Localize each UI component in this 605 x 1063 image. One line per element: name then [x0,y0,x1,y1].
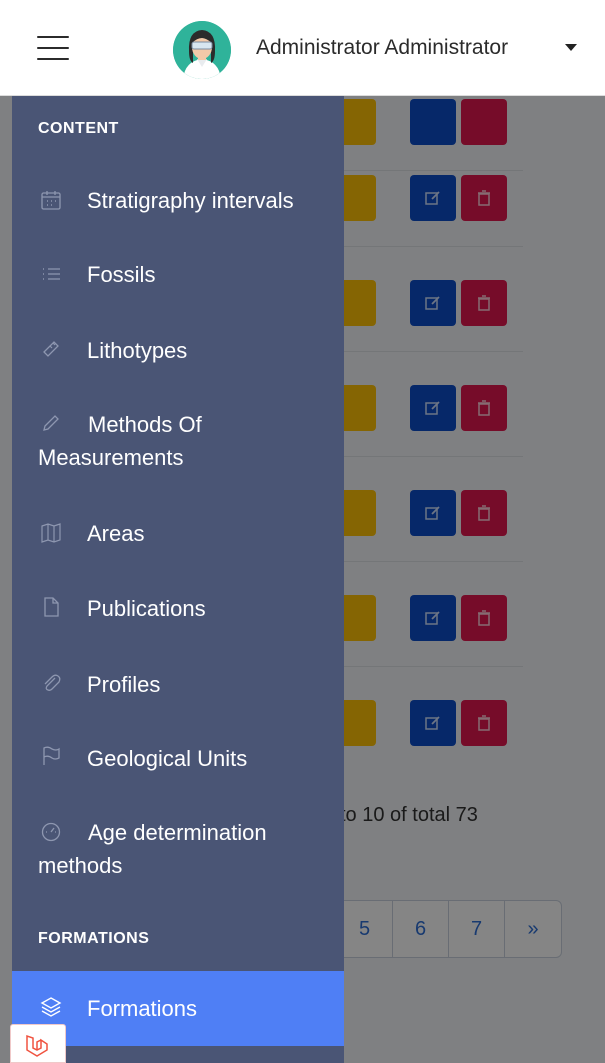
sidebar-item-label: Age determination methods [38,820,267,878]
sidebar-item-fossils[interactable]: Fossils [12,258,344,308]
flag-icon [43,746,60,765]
sidebar: CONTENT Stratigraphy intervals Fossils L… [12,96,344,1063]
sidebar-item-publications[interactable]: Publications [12,592,344,642]
ruler-icon [43,341,59,357]
laravel-logo [10,1024,66,1063]
sidebar-item-geological-units[interactable]: Geological Units [12,742,344,792]
laravel-icon [26,1034,48,1057]
sidebar-item-methods-of-measurements[interactable]: Methods Of Measurements [12,408,344,478]
file-icon [44,597,59,617]
sidebar-item-label: Publications [87,596,206,621]
paperclip-icon [44,674,61,691]
dropdown-caret-icon[interactable] [565,44,577,51]
sidebar-item-stratigraphy-intervals[interactable]: Stratigraphy intervals [12,184,344,234]
map-icon [41,523,61,543]
layers-icon [40,997,62,1017]
calendar-icon [41,191,61,210]
sidebar-item-label: Fossils [87,262,156,287]
sidebar-item-label: Geological Units [87,746,248,771]
sidebar-item-age-determination-methods[interactable]: Age determination methods [12,816,344,886]
user-name[interactable]: Administrator Administrator [256,36,508,60]
section-title-content: CONTENT [38,120,119,137]
sidebar-item-lithotypes[interactable]: Lithotypes [12,334,344,384]
section-title-formations: FORMATIONS [38,930,150,947]
menu-toggle-icon[interactable] [37,36,69,62]
sidebar-item-label: Methods Of Measurements [38,412,202,470]
user-avatar[interactable] [173,21,231,79]
sidebar-item-areas[interactable]: Areas [12,517,344,567]
sidebar-item-label: Formations [87,996,198,1021]
sidebar-item-label: Lithotypes [87,338,188,363]
sidebar-item-label: Areas [87,521,145,546]
sidebar-item-profiles[interactable]: Profiles [12,668,344,718]
sidebar-item-label: Stratigraphy intervals [87,188,294,213]
sidebar-item-label: Profiles [87,672,161,697]
list-icon [43,268,60,280]
